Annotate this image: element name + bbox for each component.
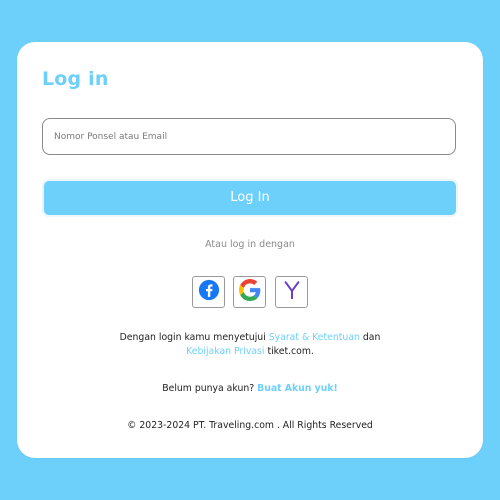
yahoo-icon	[281, 279, 303, 305]
copyright-footer: © 2023-2024 PT. Traveling.com . All Righ…	[127, 420, 373, 431]
google-icon	[238, 279, 261, 305]
terms-prefix: Dengan login kamu menyetujui	[119, 332, 269, 343]
google-login-button[interactable]	[233, 276, 266, 308]
identifier-input[interactable]	[54, 119, 444, 154]
facebook-icon	[198, 279, 220, 305]
identifier-field-wrapper[interactable]	[42, 118, 456, 155]
alt-login-text: Atau log in dengan	[205, 239, 295, 250]
facebook-login-button[interactable]	[192, 276, 225, 308]
signup-question: Belum punya akun?	[162, 383, 258, 394]
privacy-link[interactable]: Kebijakan Privasi	[186, 346, 264, 357]
signup-link[interactable]: Buat Akun yuk!	[257, 383, 338, 394]
login-card: Log in Log In Atau log in dengan	[17, 42, 483, 458]
terms-link[interactable]: Syarat & Ketentuan	[269, 332, 360, 343]
terms-suffix: tiket.com.	[264, 346, 314, 357]
terms-text: Dengan login kamu menyetujui Syarat & Ke…	[17, 331, 483, 359]
yahoo-login-button[interactable]	[275, 276, 308, 308]
terms-middle: dan	[359, 332, 381, 343]
page-title: Log in	[42, 68, 109, 90]
signup-prompt: Belum punya akun? Buat Akun yuk!	[17, 383, 483, 394]
login-button[interactable]: Log In	[42, 179, 458, 217]
